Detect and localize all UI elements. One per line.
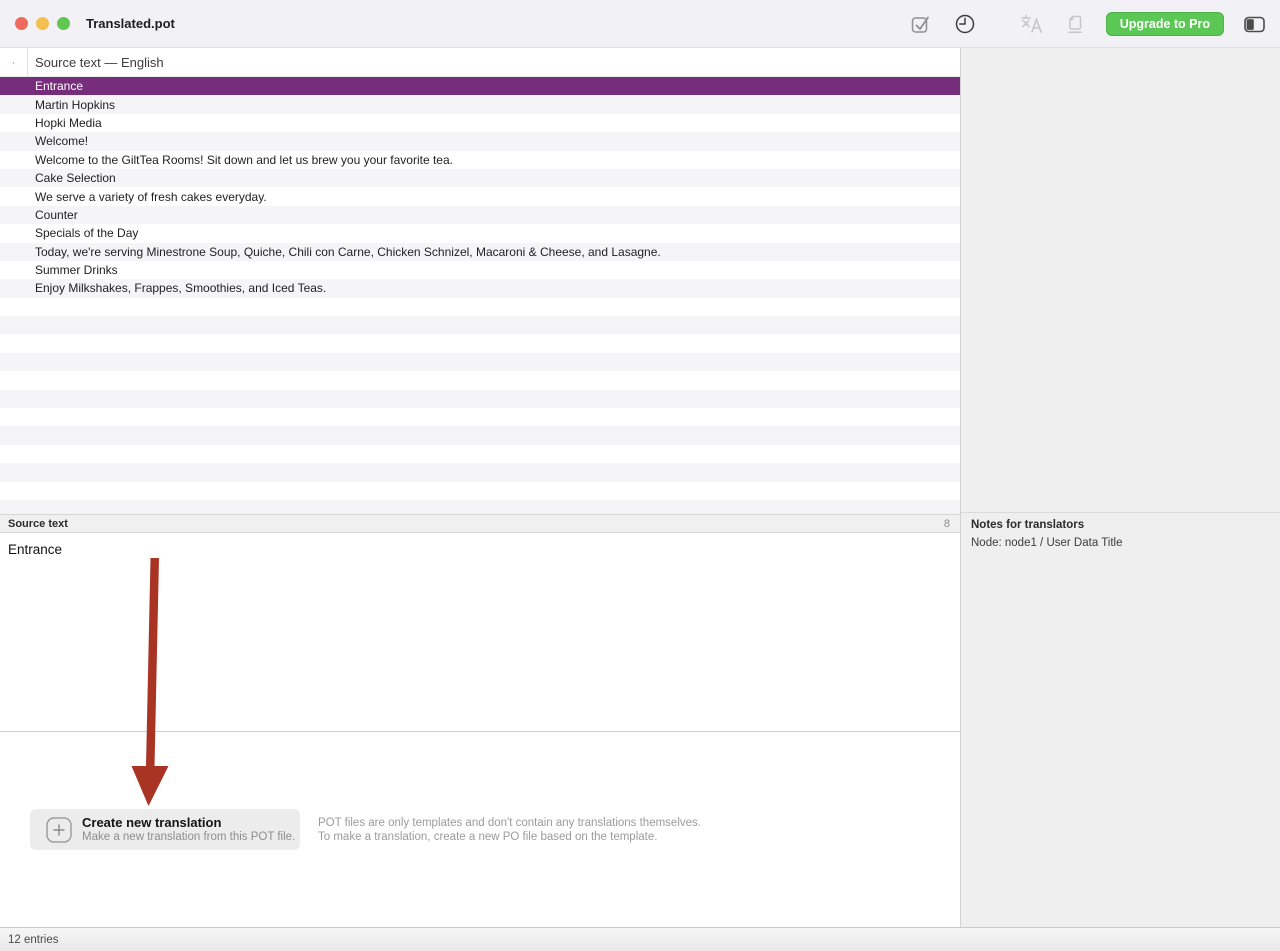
- list-item-empty: [0, 334, 960, 352]
- entries-list-header[interactable]: · Source text — English: [0, 48, 960, 77]
- list-item[interactable]: Welcome to the GiltTea Rooms! Sit down a…: [0, 151, 960, 169]
- pretranslate-document-icon: [1062, 11, 1088, 37]
- sidebar-top-spacer: [961, 48, 1280, 512]
- notes-text: Node: node1 / User Data Title: [971, 537, 1270, 549]
- list-item[interactable]: Welcome!: [0, 132, 960, 150]
- source-text-bar-label: Source text: [0, 518, 944, 530]
- list-item[interactable]: Entrance: [0, 77, 960, 95]
- translate-icon: [1018, 11, 1044, 37]
- notes-header: Notes for translators: [971, 519, 1270, 531]
- status-dot-column: ·: [0, 48, 28, 76]
- history-clock-icon[interactable]: [952, 11, 978, 37]
- cta-text-block: Create new translation Make a new transl…: [82, 815, 295, 844]
- plus-icon: [46, 817, 72, 843]
- pot-note-line1: POT files are only templates and don't c…: [318, 817, 701, 831]
- list-item-empty: [0, 500, 960, 514]
- list-item[interactable]: Martin Hopkins: [0, 95, 960, 113]
- cta-title: Create new translation: [82, 815, 295, 831]
- notes-for-translators: Notes for translators Node: node1 / User…: [961, 513, 1280, 549]
- source-text-value: Entrance: [8, 542, 952, 557]
- list-item[interactable]: We serve a variety of fresh cakes everyd…: [0, 187, 960, 205]
- close-window-button[interactable]: [15, 17, 28, 30]
- list-item-empty: [0, 316, 960, 334]
- list-item[interactable]: Counter: [0, 206, 960, 224]
- source-text-length-badge: 8: [944, 518, 960, 530]
- source-language-column-header[interactable]: Source text — English: [28, 55, 164, 70]
- translation-pane: Create new translation Make a new transl…: [0, 731, 960, 927]
- list-item[interactable]: Summer Drinks: [0, 261, 960, 279]
- cta-subtitle: Make a new translation from this POT fil…: [82, 831, 295, 844]
- left-pane: · Source text — English EntranceMartin H…: [0, 48, 960, 927]
- create-new-translation-button[interactable]: Create new translation Make a new transl…: [30, 809, 300, 850]
- zoom-window-button[interactable]: [57, 17, 70, 30]
- validate-icon[interactable]: [908, 11, 934, 37]
- source-text-view[interactable]: Entrance: [0, 533, 960, 731]
- upgrade-to-pro-button[interactable]: Upgrade to Pro: [1106, 12, 1224, 37]
- poedit-window: Translated.pot: [0, 0, 1280, 951]
- sidebar: Notes for translators Node: node1 / User…: [960, 48, 1280, 927]
- list-item-empty: [0, 445, 960, 463]
- list-item[interactable]: Cake Selection: [0, 169, 960, 187]
- toolbar: Upgrade to Pro: [908, 0, 1268, 48]
- entry-count: 12 entries: [8, 934, 59, 946]
- list-item-empty: [0, 353, 960, 371]
- entries-list[interactable]: EntranceMartin HopkinsHopki MediaWelcome…: [0, 77, 960, 514]
- pot-template-note: POT files are only templates and don't c…: [318, 817, 701, 844]
- window-title: Translated.pot: [86, 16, 175, 31]
- pot-note-line2: To make a translation, create a new PO f…: [318, 831, 701, 845]
- source-text-bar: Source text 8: [0, 514, 960, 533]
- list-item-empty: [0, 426, 960, 444]
- list-item[interactable]: Enjoy Milkshakes, Frappes, Smoothies, an…: [0, 279, 960, 297]
- list-item-empty: [0, 408, 960, 426]
- sidebar-toggle-icon[interactable]: [1242, 11, 1268, 37]
- traffic-lights: [15, 17, 70, 30]
- list-item-empty: [0, 482, 960, 500]
- list-item-empty: [0, 298, 960, 316]
- main-area: · Source text — English EntranceMartin H…: [0, 48, 1280, 927]
- list-item[interactable]: Hopki Media: [0, 114, 960, 132]
- status-bar: 12 entries: [0, 927, 1280, 951]
- list-item-empty: [0, 463, 960, 481]
- titlebar: Translated.pot: [0, 0, 1280, 48]
- list-item-empty: [0, 390, 960, 408]
- list-item[interactable]: Specials of the Day: [0, 224, 960, 242]
- minimize-window-button[interactable]: [36, 17, 49, 30]
- list-item-empty: [0, 371, 960, 389]
- list-item[interactable]: Today, we're serving Minestrone Soup, Qu…: [0, 243, 960, 261]
